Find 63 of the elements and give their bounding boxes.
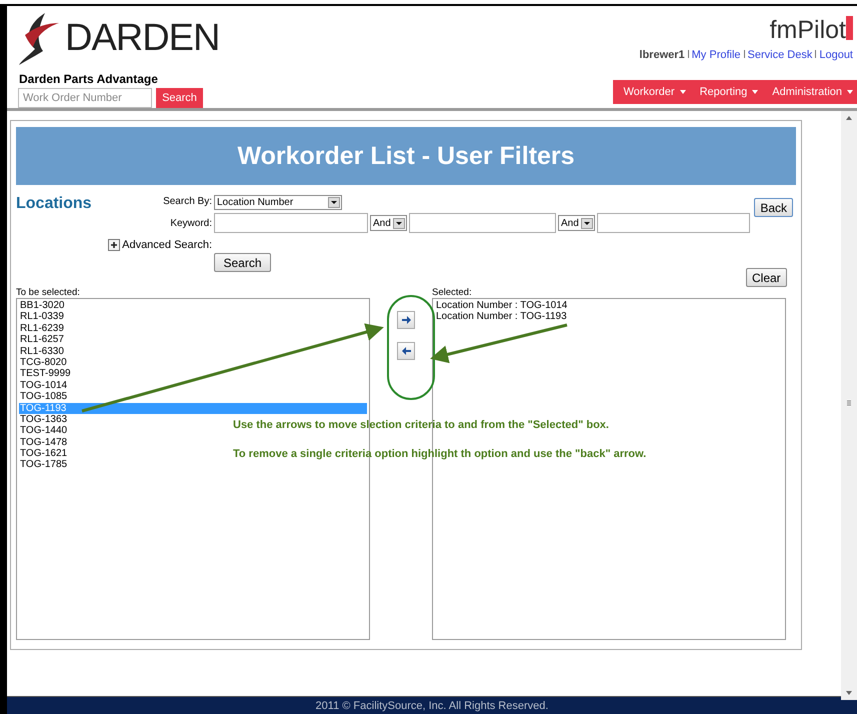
right-arrow-icon: [402, 316, 410, 324]
conjunction-dropdown[interactable]: And: [370, 215, 407, 231]
scrollbar[interactable]: [841, 111, 857, 700]
copyright-text: 2011 © FacilitySource, Inc. All Rights Reserved.: [316, 700, 548, 712]
advanced-search-label: Advanced Search:: [122, 239, 212, 251]
logo-mark-icon: [846, 16, 853, 40]
menu-item[interactable]: Reporting: [700, 86, 758, 98]
list-option[interactable]: RL1-6239: [19, 322, 66, 334]
list-option[interactable]: TOG-1363: [19, 414, 70, 426]
keyword-field[interactable]: [409, 213, 556, 233]
dropdown-icon: [331, 201, 337, 204]
dropdown-icon: [584, 222, 590, 224]
section-title: Locations: [16, 195, 93, 214]
list-option[interactable]: TOG-1085: [19, 391, 70, 403]
caret-icon: [680, 90, 686, 94]
list-option[interactable]: TOG-1440: [19, 425, 70, 437]
search-field[interactable]: Work Order Number: [18, 88, 152, 108]
caret-icon: [847, 90, 853, 94]
logo-text: DARDEN: [65, 16, 220, 60]
list-option[interactable]: RL1-6330: [19, 346, 66, 357]
keyword-field[interactable]: [597, 213, 750, 233]
list-option[interactable]: RL1-6257: [19, 334, 66, 346]
field-label: Search By:: [163, 195, 212, 209]
move-right-button[interactable]: [397, 311, 415, 329]
instruction-text: Use the arrows to move slection criteria to and from the "Selected" box.: [233, 419, 609, 431]
list-option[interactable]: TOG-1785: [19, 459, 70, 471]
header-link[interactable]: My Profile: [692, 49, 741, 61]
separator-icon: [815, 50, 816, 58]
back-button[interactable]: Back: [754, 198, 793, 217]
dropdown-icon: [396, 222, 402, 224]
list-option[interactable]: BB1-3020: [19, 300, 66, 312]
conjunction-dropdown[interactable]: And: [558, 215, 595, 231]
list-option[interactable]: Location Number : TOG-1193: [435, 311, 569, 323]
menu-item[interactable]: Administration: [772, 86, 853, 98]
clear-button[interactable]: Clear: [746, 268, 787, 287]
keyword-field[interactable]: [214, 213, 368, 233]
list-option[interactable]: TOG-1621: [19, 448, 70, 460]
app-name: Darden Parts Advantage: [19, 72, 159, 86]
search-by-dropdown[interactable]: Location Number: [214, 195, 342, 210]
header-link[interactable]: Service Desk: [748, 49, 812, 61]
header-link[interactable]: Logout: [819, 49, 853, 61]
separator-icon: [688, 50, 689, 58]
caret-icon: [752, 90, 758, 94]
list-label: Selected:: [432, 288, 473, 298]
menu-item[interactable]: Workorder: [623, 86, 686, 98]
list-option[interactable]: TEST-9999: [19, 368, 73, 380]
search-button[interactable]: Search: [156, 88, 203, 108]
list-option[interactable]: TCG-8020: [19, 356, 69, 368]
username: lbrewer1: [639, 49, 685, 61]
field-label: Keyword:: [170, 217, 212, 231]
instruction-text: To remove a single criteria option highlight th option and use the "back" arrow.: [233, 448, 646, 460]
brand-name: fmPilot: [770, 16, 846, 44]
list-label: To be selected:: [16, 288, 81, 298]
separator-icon: [744, 50, 745, 58]
move-left-button[interactable]: [397, 342, 415, 360]
search-button[interactable]: Search: [214, 253, 271, 272]
left-arrow-icon: [402, 347, 410, 355]
list-option[interactable]: Location Number : TOG-1014: [435, 300, 570, 312]
page-banner: Workorder List - User Filters: [16, 127, 796, 185]
expand-icon[interactable]: [108, 239, 120, 251]
list-option[interactable]: TOG-1478: [19, 436, 70, 448]
list-option[interactable]: RL1-0339: [19, 311, 66, 323]
list-option[interactable]: TOG-1014: [19, 380, 70, 392]
